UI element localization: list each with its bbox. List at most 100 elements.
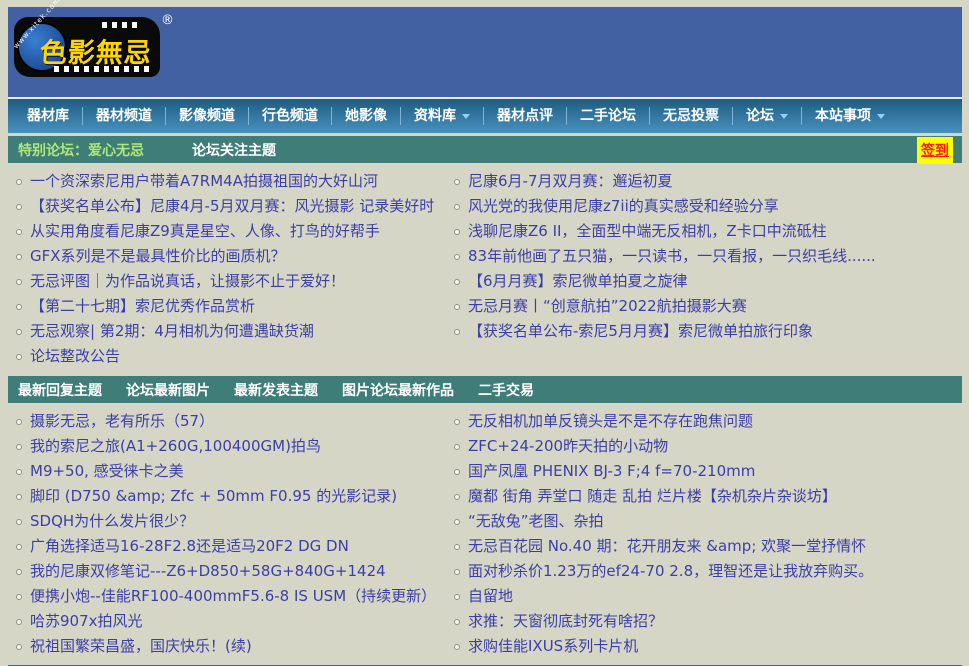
topic-link[interactable]: 我的索尼之旅(A1+260G,100400GM)拍鸟 xyxy=(30,434,321,459)
topic-item: 魔都 街角 弄堂口 随走 乱拍 烂片楼【杂机杂片杂谈坊】 xyxy=(448,484,962,509)
focus-topics-link[interactable]: 论坛关注主题 xyxy=(192,140,276,160)
logo-filmstrip-icon: www.xitek.com 色影無忌 xyxy=(14,17,160,77)
bullet-icon xyxy=(454,619,460,625)
topic-link[interactable]: GFX系列是不是最具性价比的画质机？ xyxy=(30,244,286,269)
bullet-icon xyxy=(454,179,460,185)
bullet-icon xyxy=(16,279,22,285)
topic-link[interactable]: ZFC+24-200昨天拍的小动物 xyxy=(468,434,668,459)
site-logo[interactable]: www.xitek.com 色影無忌 ® xyxy=(14,13,174,81)
nav-item-polls[interactable]: 无忌投票 xyxy=(650,107,733,125)
bullet-icon xyxy=(454,229,460,235)
topic-link[interactable]: 一个资深索尼用户带着A7RM4A拍摄祖国的大好山河 xyxy=(30,169,378,194)
topic-link[interactable]: 【获奖名单公布】尼康4月-5月双月赛：风光摄影 记录美好时 xyxy=(30,194,434,219)
topic-link[interactable]: 无忌评图｜为作品说真话，让摄影不止于爱好！ xyxy=(30,269,345,294)
topic-link[interactable]: 无忌观察| 第2期：4月相机为何遭遇缺货潮 xyxy=(30,319,314,344)
nav-item-label: 她影像 xyxy=(345,107,387,125)
topic-link[interactable]: 广角选择适马16-28F2.8还是适马20F2 DG DN xyxy=(30,534,349,559)
topic-link[interactable]: 国产凤凰 PHENIX BJ-3 F;4 f=70-210mm xyxy=(468,459,755,484)
latest-topics-section: 摄影无忌，老有所乐（57） 我的索尼之旅(A1+260G,100400GM)拍鸟… xyxy=(8,403,962,663)
tab-latest-gallery-works[interactable]: 图片论坛最新作品 xyxy=(342,380,454,400)
topic-item: 【第二十七期】索尼优秀作品赏析 xyxy=(10,294,448,319)
featured-left-column: 一个资深索尼用户带着A7RM4A拍摄祖国的大好山河 【获奖名单公布】尼康4月-5… xyxy=(10,169,448,369)
tab-secondhand-trade[interactable]: 二手交易 xyxy=(478,380,534,400)
topic-link[interactable]: 脚印 (D750 &amp; Zfc + 50mm F0.95 的光影记录) xyxy=(30,484,397,509)
page: www.xitek.com 色影無忌 ® 器材库 器材频道 影像频道 行色频道 … xyxy=(8,7,962,666)
topic-item: M9+50, 感受徕卡之美 xyxy=(10,459,448,484)
latest-right-column: 无反相机加单反镜头是不是不存在跑焦问题 ZFC+24-200昨天拍的小动物 国产… xyxy=(448,409,962,659)
topic-item: 求推：天窗彻底封死有啥招？ xyxy=(448,609,962,634)
registered-mark: ® xyxy=(161,13,174,28)
nav-item-secondhand-forum[interactable]: 二手论坛 xyxy=(567,107,650,125)
topic-link[interactable]: 无忌月赛丨“创意航拍”2022航拍摄影大赛 xyxy=(468,294,747,319)
nav-item-image-channel[interactable]: 影像频道 xyxy=(166,107,249,125)
nav-item-label: 资料库 xyxy=(414,107,456,125)
topic-item: 【6月月赛】索尼微单拍夏之旋律 xyxy=(448,269,962,294)
nav-item-travel-channel[interactable]: 行色频道 xyxy=(249,107,332,125)
bullet-icon xyxy=(16,594,22,600)
topic-item: “无敌兔”老图、杂拍 xyxy=(448,509,962,534)
topic-item: SDQH为什么发片很少？ xyxy=(10,509,448,534)
topic-item: 广角选择适马16-28F2.8还是适马20F2 DG DN xyxy=(10,534,448,559)
nav-item-label: 行色频道 xyxy=(262,107,318,125)
bullet-icon xyxy=(16,204,22,210)
nav-item-label: 器材频道 xyxy=(96,107,152,125)
topic-link[interactable]: 风光党的我使用尼康z7ii的真实感受和经验分享 xyxy=(468,194,779,219)
bullet-icon xyxy=(454,569,460,575)
topic-link[interactable]: 我的尼康双修笔记---Z6+D850+58G+840G+1424 xyxy=(30,559,386,584)
nav-item-site-affairs[interactable]: 本站事项 xyxy=(802,107,898,125)
chevron-down-icon xyxy=(877,114,885,119)
nav-item-gear-library[interactable]: 器材库 xyxy=(14,107,83,125)
tab-latest-posts[interactable]: 最新发表主题 xyxy=(234,380,318,400)
topic-link[interactable]: 从实用角度看尼康Z9真是星空、人像、打鸟的好帮手 xyxy=(30,219,380,244)
nav-item-label: 器材点评 xyxy=(497,107,553,125)
topic-link[interactable]: 浅聊尼康Z6 II，全面型中端无反相机，Z卡口中流砥柱 xyxy=(468,219,827,244)
topic-link[interactable]: 【6月月赛】索尼微单拍夏之旋律 xyxy=(468,269,688,294)
filmstrip-dots-icon xyxy=(102,22,142,28)
topic-item: 我的尼康双修笔记---Z6+D850+58G+840G+1424 xyxy=(10,559,448,584)
topic-link[interactable]: 便携小炮--佳能RF100-400mmF5.6-8 IS USM（持续更新） xyxy=(30,584,436,609)
nav-item-gear-reviews[interactable]: 器材点评 xyxy=(484,107,567,125)
topic-item: ZFC+24-200昨天拍的小动物 xyxy=(448,434,962,459)
bullet-icon xyxy=(16,619,22,625)
topic-link[interactable]: “无敌兔”老图、杂拍 xyxy=(468,509,604,534)
topic-item: 求购佳能IXUS系列卡片机 xyxy=(448,634,962,659)
nav-item-forum[interactable]: 论坛 xyxy=(733,107,802,125)
bullet-icon xyxy=(16,544,22,550)
nav-item-label: 二手论坛 xyxy=(580,107,636,125)
signin-button[interactable]: 签到 xyxy=(917,137,953,164)
topic-link[interactable]: 求购佳能IXUS系列卡片机 xyxy=(468,634,638,659)
bullet-icon xyxy=(454,594,460,600)
bullet-icon xyxy=(454,254,460,260)
topic-link[interactable]: 论坛整改公告 xyxy=(30,344,120,369)
topic-link[interactable]: 摄影无忌，老有所乐（57） xyxy=(30,409,214,434)
topic-link[interactable]: SDQH为什么发片很少？ xyxy=(30,509,194,534)
featured-topics-section: 一个资深索尼用户带着A7RM4A拍摄祖国的大好山河 【获奖名单公布】尼康4月-5… xyxy=(8,163,962,373)
topic-link[interactable]: 求推：天窗彻底封死有啥招？ xyxy=(468,609,663,634)
topic-item: 脚印 (D750 &amp; Zfc + 50mm F0.95 的光影记录) xyxy=(10,484,448,509)
topic-link[interactable]: 魔都 街角 弄堂口 随走 乱拍 烂片楼【杂机杂片杂谈坊】 xyxy=(468,484,837,509)
topic-item: 论坛整改公告 xyxy=(10,344,448,369)
topic-link[interactable]: 无反相机加单反镜头是不是不存在跑焦问题 xyxy=(468,409,753,434)
topic-link[interactable]: 尼康6月-7月双月赛：邂逅初夏 xyxy=(468,169,673,194)
nav-item-her-image[interactable]: 她影像 xyxy=(332,107,401,125)
nav-item-gear-channel[interactable]: 器材频道 xyxy=(83,107,166,125)
topic-link[interactable]: 祝祖国繁荣昌盛，国庆快乐！(续) xyxy=(30,634,252,659)
nav-item-resources[interactable]: 资料库 xyxy=(401,107,484,125)
topic-link[interactable]: M9+50, 感受徕卡之美 xyxy=(30,459,184,484)
topic-link[interactable]: 面对秒杀价1.23万的ef24-70 2.8，理智还是让我放弃购买。 xyxy=(468,559,873,584)
topic-link[interactable]: 【获奖名单公布-索尼5月月赛】索尼微单拍旅行印象 xyxy=(468,319,813,344)
topic-item: 【获奖名单公布-索尼5月月赛】索尼微单拍旅行印象 xyxy=(448,319,962,344)
topic-link[interactable]: 【第二十七期】索尼优秀作品赏析 xyxy=(30,294,255,319)
special-forum-link[interactable]: 特别论坛：爱心无忌 xyxy=(18,140,144,160)
topic-item: 一个资深索尼用户带着A7RM4A拍摄祖国的大好山河 xyxy=(10,169,448,194)
topic-link[interactable]: 无忌百花园 No.40 期：花开朋友来 &amp; 欢聚一堂抒情怀 xyxy=(468,534,866,559)
topic-link[interactable]: 哈苏907x拍风光 xyxy=(30,609,143,634)
tab-latest-replies[interactable]: 最新回复主题 xyxy=(18,380,102,400)
nav-item-label: 器材库 xyxy=(27,107,69,125)
topic-link[interactable]: 83年前他画了五只猫，一只读书，一只看报，一只织毛线...... xyxy=(468,244,876,269)
topic-link[interactable]: 自留地 xyxy=(468,584,513,609)
bullet-icon xyxy=(454,419,460,425)
latest-tabs-bar: 最新回复主题 论坛最新图片 最新发表主题 图片论坛最新作品 二手交易 xyxy=(8,376,962,403)
tab-latest-forum-images[interactable]: 论坛最新图片 xyxy=(126,380,210,400)
bullet-icon xyxy=(16,519,22,525)
